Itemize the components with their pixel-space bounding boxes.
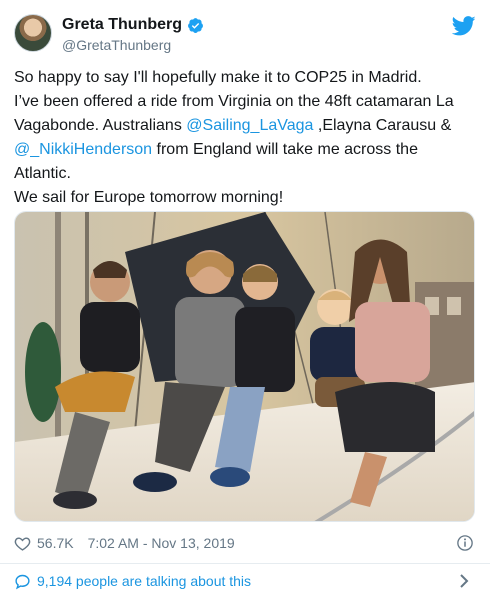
tweet-line-3: Vagabonde. Australians @Sailing_LaVaga ,… [14,114,476,138]
tweet-line-2: I’ve been offered a ride from Virginia o… [14,93,454,110]
tweet-card: Greta Thunberg @GretaThunberg So happy t… [0,0,490,595]
mention-sailing-lavaga[interactable]: @Sailing_LaVaga [186,117,313,134]
tweet-text-segment: from England will take me across the [152,141,418,158]
tweet-text-segment: Vagabonde. Australians [14,117,187,134]
display-name[interactable]: Greta Thunberg [62,16,182,34]
tweet-line-5: Atlantic. [14,165,71,182]
user-handle[interactable]: @GretaThunberg [62,37,171,53]
talking-about-link[interactable]: 9,194 people are talking about this [14,571,476,591]
talking-about-text[interactable]: 9,194 people are talking about this [37,573,251,589]
tweet-photo[interactable] [14,211,475,522]
mention-nikki-henderson[interactable]: @_NikkiHenderson [14,141,152,158]
like-count[interactable]: 56.7K [37,535,74,551]
photo-illustration [15,212,474,521]
avatar[interactable] [14,14,52,52]
chevron-right-icon[interactable] [458,573,470,589]
speech-bubble-icon [15,574,30,589]
tweet-line-6: We sail for Europe tomorrow morning! [14,189,284,206]
tweet-line-4: @_NikkiHenderson from England will take … [14,138,476,162]
heart-icon[interactable] [14,535,31,552]
tweet-meta: 56.7K 7:02 AM - Nov 13, 2019 [14,532,476,554]
tweet-text: So happy to say I'll hopefully make it t… [14,66,476,210]
verified-badge-icon [188,17,203,33]
tweet-line-1: So happy to say I'll hopefully make it t… [14,69,422,86]
tweet-header: Greta Thunberg @GretaThunberg [14,14,476,56]
tweet-timestamp[interactable]: 7:02 AM - Nov 13, 2019 [88,535,235,551]
twitter-bird-icon[interactable] [452,16,476,36]
name-row[interactable]: Greta Thunberg [62,16,204,34]
info-icon[interactable] [456,534,474,552]
tweet-text-segment: ,Elayna Carausu & [313,117,452,134]
divider [0,563,490,564]
